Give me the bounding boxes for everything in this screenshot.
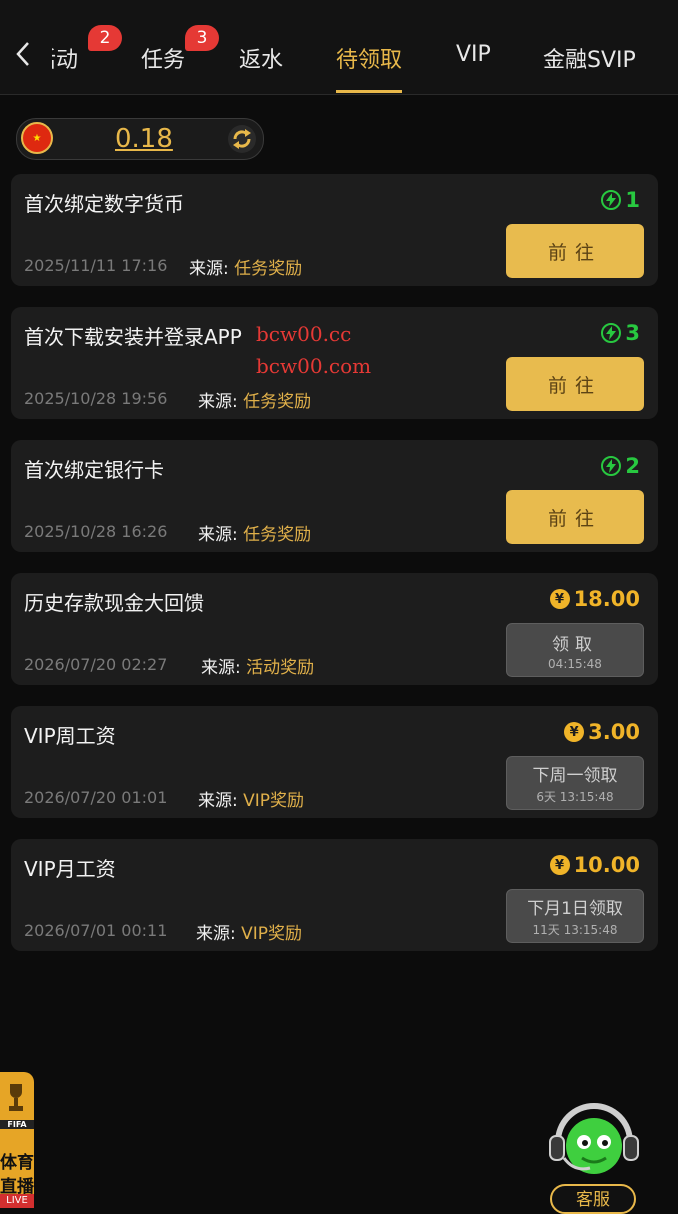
tab-activity-clip: 活动: [52, 42, 90, 72]
source-label: 来源:: [198, 525, 238, 545]
reward-source: 来源: 任务奖励: [189, 254, 302, 279]
refresh-button[interactable]: [225, 122, 259, 156]
top-tab-bar: 活动 2 任务 3 返水 待领取 VIP 金融SVIP: [0, 0, 678, 95]
live-badge-line-1: 体育: [0, 1153, 34, 1173]
reward-card: 首次绑定银行卡 2 2025/10/28 16:26 来源: 任务奖励 前往: [11, 440, 658, 552]
claim-countdown: 11天 13:15:48: [532, 923, 618, 937]
claim-countdown: 6天 13:15:48: [536, 790, 614, 804]
balance-pill: ★ 0.18: [16, 118, 264, 160]
source-value: VIP奖励: [241, 924, 303, 944]
claim-countdown: 04:15:48: [548, 656, 602, 671]
back-button[interactable]: [8, 34, 38, 74]
reward-title: VIP周工资: [24, 724, 116, 748]
go-button[interactable]: 前往: [506, 357, 644, 411]
go-button[interactable]: 前往: [506, 224, 644, 278]
reward-date: 2026/07/01 00:11: [24, 921, 168, 940]
reward-value: 3: [625, 321, 640, 345]
go-button[interactable]: 前往: [506, 490, 644, 544]
tab-vip[interactable]: VIP: [456, 42, 491, 67]
customer-service-label: 客服: [550, 1184, 636, 1214]
reward-source: 来源: VIP奖励: [198, 786, 304, 811]
reward-date: 2026/07/20 01:01: [24, 788, 168, 807]
balance-amount: 0.18: [115, 124, 173, 154]
claim-button-label: 下月1日领取: [527, 899, 623, 919]
active-tab-indicator: [336, 90, 402, 93]
reward-source: 来源: 任务奖励: [198, 387, 311, 412]
reward-title: 首次下载安装并登录APP: [24, 325, 242, 349]
tab-pending[interactable]: 待领取: [336, 42, 402, 74]
reward-value: 18.00: [573, 587, 640, 611]
claim-next-month-button[interactable]: 下月1日领取 11天 13:15:48: [506, 889, 644, 943]
bolt-icon: [601, 456, 622, 476]
claim-button[interactable]: 领取 04:15:48: [506, 623, 644, 677]
reward-date: 2025/10/28 16:26: [24, 522, 168, 541]
customer-service-button[interactable]: 客服: [544, 1098, 644, 1214]
claim-button-label: 下周一领取: [532, 766, 618, 786]
reward-card: 首次绑定数字货币 1 2025/11/11 17:16 来源: 任务奖励 前往: [11, 174, 658, 286]
reward-card: 历史存款现金大回馈 ¥ 18.00 2026/07/20 02:27 来源: 活…: [11, 573, 658, 685]
coin-icon: ¥: [549, 855, 570, 875]
source-value: 任务奖励: [234, 259, 303, 279]
headset-mascot-icon: [549, 1103, 639, 1174]
reward-amount: ¥ 18.00: [549, 587, 640, 611]
source-label: 来源:: [189, 259, 229, 279]
refresh-icon: [228, 125, 256, 153]
tab-activity[interactable]: 活动: [52, 42, 78, 72]
tab-activity-badge: 2: [88, 25, 122, 51]
reward-title: 首次绑定银行卡: [24, 458, 164, 482]
source-value: 任务奖励: [243, 392, 312, 412]
reward-amount: 3: [601, 321, 640, 345]
reward-value: 3.00: [588, 720, 640, 744]
fifa-logo: FIFA: [0, 1120, 34, 1129]
source-value: VIP奖励: [243, 791, 305, 811]
reward-card: VIP周工资 ¥ 3.00 2026/07/20 01:01 来源: VIP奖励…: [11, 706, 658, 818]
reward-date: 2025/11/11 17:16: [24, 256, 168, 275]
reward-amount: ¥ 10.00: [549, 853, 640, 877]
reward-value: 10.00: [573, 853, 640, 877]
reward-value: 2: [625, 454, 640, 478]
tab-tasks-badge: 3: [185, 25, 219, 51]
watermark-line-1: bcw00.cc: [256, 322, 352, 346]
reward-source: 来源: VIP奖励: [196, 919, 302, 944]
bolt-icon: [601, 323, 622, 343]
source-value: 活动奖励: [246, 658, 315, 678]
reward-source: 来源: 任务奖励: [198, 520, 311, 545]
tab-rebate[interactable]: 返水: [239, 42, 283, 74]
reward-amount: 1: [601, 188, 640, 212]
source-label: 来源:: [196, 924, 236, 944]
reward-amount: ¥ 3.00: [564, 720, 640, 744]
reward-date: 2025/10/28 19:56: [24, 389, 168, 408]
coin-icon: ¥: [564, 722, 585, 742]
reward-value: 1: [625, 188, 640, 212]
source-label: 来源:: [198, 791, 238, 811]
coin-icon: ¥: [549, 589, 570, 609]
reward-title: VIP月工资: [24, 857, 116, 881]
reward-source: 来源: 活动奖励: [201, 653, 314, 678]
claim-next-monday-button[interactable]: 下周一领取 6天 13:15:48: [506, 756, 644, 810]
reward-card: VIP月工资 ¥ 10.00 2026/07/01 00:11 来源: VIP奖…: [11, 839, 658, 951]
china-flag-icon: ★: [21, 122, 53, 154]
reward-amount: 2: [601, 454, 640, 478]
tab-svip[interactable]: 金融SVIP: [543, 42, 636, 74]
tab-tasks[interactable]: 任务: [141, 42, 185, 74]
reward-title: 首次绑定数字货币: [24, 192, 184, 216]
bolt-icon: [601, 190, 622, 210]
claim-button-label: 领取: [552, 634, 598, 655]
live-tag: LIVE: [0, 1194, 34, 1208]
source-label: 来源:: [201, 658, 241, 678]
live-sports-badge[interactable]: FIFA 体育 直播 LIVE: [0, 1072, 34, 1208]
source-value: 任务奖励: [243, 525, 312, 545]
reward-date: 2026/07/20 02:27: [24, 655, 168, 674]
reward-title: 历史存款现金大回馈: [24, 591, 204, 615]
chevron-left-icon: [16, 42, 29, 66]
source-label: 来源:: [198, 392, 238, 412]
watermark-line-2: bcw00.com: [256, 354, 372, 378]
